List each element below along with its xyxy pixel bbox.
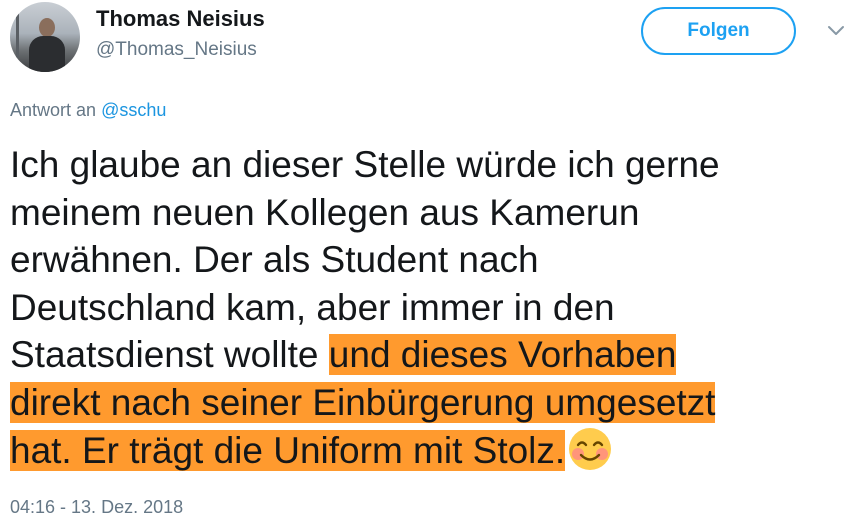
reply-context: Antwort an @sschu: [10, 100, 166, 121]
author-handle[interactable]: @Thomas_Neisius: [96, 39, 257, 61]
reply-mention-link[interactable]: @sschu: [101, 100, 166, 120]
reply-prefix: Antwort an: [10, 100, 97, 120]
chevron-down-icon[interactable]: [826, 24, 846, 38]
avatar-head: [39, 18, 55, 37]
highlighted-text: direkt nach seiner Einbürgerung umgesetz…: [10, 381, 716, 423]
tweet-line: Staatsdienst wollte und dieses Vorhaben: [10, 331, 850, 379]
tweet-line: direkt nach seiner Einbürgerung umgesetz…: [10, 379, 850, 427]
tweet-line: Ich glaube an dieser Stelle würde ich ge…: [10, 144, 720, 185]
avatar-background: [16, 8, 19, 58]
highlighted-text: und dieses Vorhaben: [328, 334, 677, 376]
tweet-text: Ich glaube an dieser Stelle würde ich ge…: [10, 141, 850, 476]
tweet-timestamp[interactable]: 04:16 - 13. Dez. 2018: [10, 497, 183, 518]
tweet-line: Deutschland kam, aber immer in den: [10, 286, 615, 328]
follow-button[interactable]: Folgen: [641, 7, 796, 55]
avatar[interactable]: [10, 2, 80, 72]
avatar-body: [29, 36, 65, 72]
tweet-plain-text: Staatsdienst wollte: [10, 334, 329, 376]
tweet-line: erwähnen. Der als Student nach: [10, 239, 539, 281]
tweet-line: hat. Er trägt die Uniform mit Stolz.: [10, 427, 850, 476]
smiling-face-icon: [569, 427, 612, 470]
highlighted-text: hat. Er trägt die Uniform mit Stolz.: [10, 429, 566, 471]
author-name[interactable]: Thomas Neisius: [96, 6, 265, 32]
tweet-line: meinem neuen Kollegen aus Kamerun: [10, 191, 640, 233]
